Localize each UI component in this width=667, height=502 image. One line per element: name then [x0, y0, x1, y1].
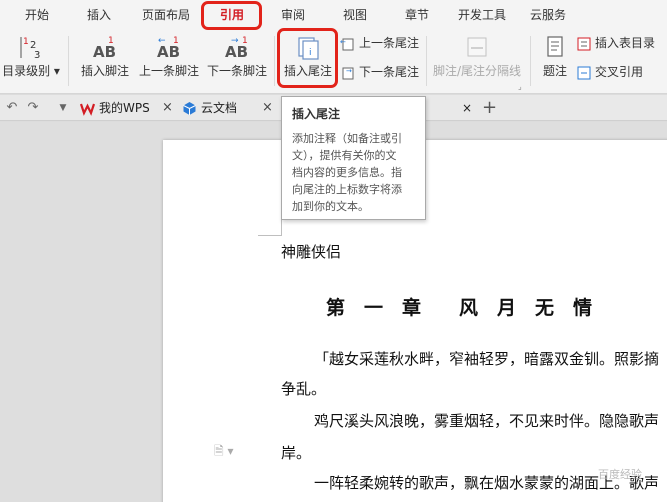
tab-review[interactable]: 审阅	[270, 0, 316, 30]
new-tab-plus-icon[interactable]: +	[482, 95, 498, 121]
chapter-title: 第 一 章 风 月 无 情	[326, 297, 593, 319]
tooltip-line: 加到你的文本。	[292, 200, 369, 213]
tooltip-line: 向尾注的上标数字将添	[292, 183, 402, 196]
insert-table-of-figures-button[interactable]: 插入表目录	[576, 34, 655, 52]
tooltip-line: 添加注释（如备注或引	[292, 132, 402, 145]
ribbon-separator	[426, 36, 427, 86]
menu-bar: 开始 插入 页面布局 引用 审阅 视图 章节 开发工具 云服务	[0, 0, 667, 30]
footnote-separator-button[interactable]: 脚注/尾注分隔线	[430, 30, 524, 90]
tab-home[interactable]: 开始	[14, 0, 60, 30]
svg-text:AB: AB	[157, 43, 180, 60]
tab-developer[interactable]: 开发工具	[452, 0, 512, 30]
ribbon-separator	[68, 36, 69, 86]
svg-text:AB: AB	[225, 43, 248, 60]
page-margin-corner	[258, 212, 282, 236]
footnote-icon: 1 AB	[93, 36, 116, 60]
caption-icon	[547, 36, 563, 57]
svg-text:3: 3	[34, 50, 40, 60]
ribbon-separator	[274, 36, 275, 86]
prev-endnote-icon: ←	[340, 38, 354, 50]
svg-text:AB: AB	[93, 43, 116, 60]
next-endnote-button[interactable]: → 下一条尾注	[340, 63, 419, 81]
prev-endnote-label: 上一条尾注	[359, 36, 420, 50]
next-footnote-icon: → 1 AB	[225, 36, 248, 60]
cross-reference-button[interactable]: 交叉引用	[576, 63, 643, 81]
next-endnote-label: 下一条尾注	[359, 65, 420, 79]
tab-cloud-service[interactable]: 云服务	[522, 0, 574, 30]
prev-endnote-button[interactable]: ← 上一条尾注	[340, 34, 419, 52]
tab-page-layout[interactable]: 页面布局	[136, 0, 196, 30]
tab-cloud-docs-label: 云文档	[201, 101, 238, 115]
tab-my-wps-label: 我的WPS	[99, 101, 150, 115]
cross-reference-label: 交叉引用	[595, 65, 644, 79]
insert-table-of-figures-label: 插入表目录	[595, 36, 656, 50]
ribbon-separator	[530, 36, 531, 86]
separator-line-icon	[467, 37, 487, 57]
caption-label: 题注	[542, 64, 567, 78]
svg-text:1: 1	[23, 37, 29, 47]
watermark: 百度经验	[598, 468, 642, 481]
dropdown-arrow-icon[interactable]: ▼	[54, 99, 72, 117]
tab-view[interactable]: 视图	[332, 0, 378, 30]
prev-footnote-icon: ← 1 AB	[157, 36, 180, 60]
svg-text:←: ←	[340, 38, 346, 46]
next-footnote-label: 下一条脚注	[206, 64, 267, 78]
paragraph-1-line-1: 「越女采莲秋水畔，窄袖轻罗，暗露双金钏。照影摘	[314, 350, 660, 368]
dialog-launcher-icon[interactable]: ⌟	[518, 82, 522, 91]
insert-footnote-button[interactable]: 1 AB 插入脚注	[76, 30, 134, 90]
redo-icon[interactable]: ↷	[24, 99, 42, 117]
cloud-docs-icon	[183, 102, 196, 115]
tab-cloud-docs[interactable]: 云文档 ×	[182, 95, 278, 121]
close-icon[interactable]: ×	[162, 95, 173, 121]
prev-footnote-button[interactable]: ← 1 AB 上一条脚注	[136, 30, 202, 90]
tooltip-body: 添加注释（如备注或引 文），提供有关你的文 档内容的更多信息。指 向尾注的上标数…	[292, 130, 415, 215]
caption-button[interactable]: 题注	[536, 30, 574, 90]
tab-my-wps[interactable]: 我的WPS ×	[80, 95, 176, 121]
page-marker-icon[interactable]: 🗎 ▾	[214, 442, 234, 463]
tab-sections[interactable]: 章节	[394, 0, 440, 30]
svg-text:→: →	[346, 67, 352, 75]
paragraph-2-line-1: 鸡尺溪头风浪晚，雾重烟轻，不见来时伴。隐隐歌声	[314, 412, 660, 430]
tab-insert[interactable]: 插入	[76, 0, 122, 30]
next-endnote-icon: →	[342, 67, 354, 79]
tooltip-line: 档内容的更多信息。指	[292, 166, 402, 179]
insert-footnote-label: 插入脚注	[80, 64, 129, 78]
close-icon[interactable]: ×	[462, 95, 476, 121]
tooltip-title: 插入尾注	[292, 107, 341, 121]
table-of-figures-icon	[577, 37, 591, 50]
book-title: 神雕侠侣	[281, 243, 342, 261]
paragraph-1-line-2: 争乱。	[281, 380, 327, 398]
tooltip-line: 文），提供有关你的文	[292, 149, 397, 162]
references-tab-highlight	[201, 1, 262, 30]
insert-endnote-tooltip: 插入尾注 添加注释（如备注或引 文），提供有关你的文 档内容的更多信息。指 向尾…	[281, 96, 426, 220]
wps-logo-icon	[80, 103, 95, 116]
toc-level-icon: 1 2 3	[20, 37, 40, 60]
separator-label: 脚注/尾注分隔线	[432, 64, 522, 78]
close-icon[interactable]: ×	[262, 95, 273, 121]
insert-endnote-highlight	[277, 28, 338, 88]
undo-icon[interactable]: ↶	[3, 99, 21, 117]
next-footnote-button[interactable]: → 1 AB 下一条脚注	[204, 30, 270, 90]
toc-level-button[interactable]: 1 2 3 目录级别 ▾	[0, 30, 62, 90]
paragraph-2-line-2: 岸。	[281, 444, 312, 462]
prev-footnote-label: 上一条脚注	[138, 64, 199, 78]
cross-reference-icon	[577, 66, 591, 79]
toc-level-label: 目录级别 ▾	[2, 64, 60, 78]
